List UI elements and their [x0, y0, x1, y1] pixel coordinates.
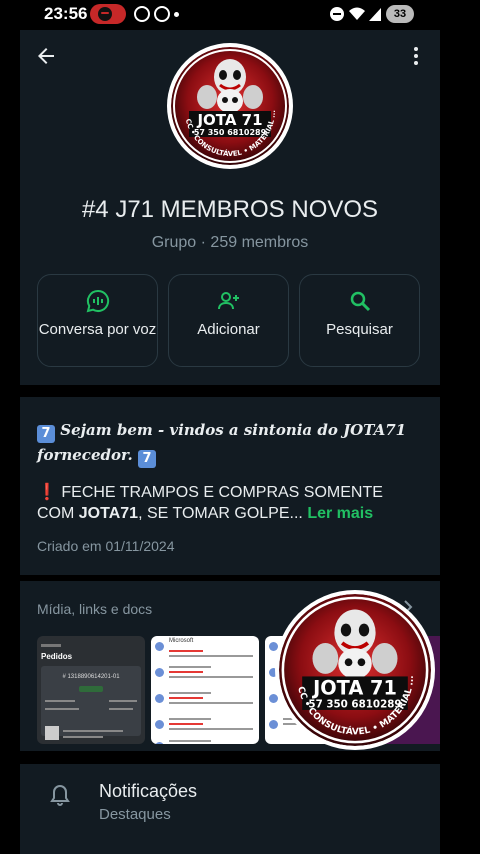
search-button[interactable]: Pesquisar: [299, 274, 420, 367]
battery-icon: 33: [386, 5, 414, 23]
bell-icon: [50, 784, 70, 806]
logo-phone: 57 350 6810289: [308, 698, 401, 710]
keycap-seven-icon: 7: [137, 450, 156, 468]
description-welcome: 7 Sejam bem - vindos a sintonia do JOTA7…: [37, 418, 427, 468]
description-text-suffix: , SE TOMAR GOLPE...: [138, 505, 303, 522]
status-bar: 23:56 33: [0, 0, 480, 30]
status-time: 23:56: [44, 4, 88, 23]
spotify-icon: [98, 7, 112, 21]
whatsapp-icon: [154, 6, 170, 22]
wifi-icon: [349, 7, 365, 20]
voice-chat-button[interactable]: Conversa por voz: [37, 274, 158, 367]
add-person-icon: [217, 292, 239, 310]
group-subtitle: Grupo · 259 membros: [151, 234, 309, 251]
read-more-link[interactable]: Ler mais: [307, 505, 373, 522]
add-member-button[interactable]: Adicionar: [168, 274, 289, 367]
media-title: Mídia, links e docs: [37, 601, 153, 617]
back-arrow-icon[interactable]: [34, 44, 58, 68]
thumb-orders-number: # 1318890614201-01: [62, 674, 120, 680]
notifications-subtitle: Destaques: [99, 806, 171, 823]
logo-phone: 57 350 6810289: [194, 128, 267, 137]
voice-chat-icon: [86, 289, 109, 313]
add-member-label: Adicionar: [197, 321, 260, 338]
search-label: Pesquisar: [326, 321, 393, 338]
media-thumbnail[interactable]: Microsoft: [151, 636, 259, 744]
group-info-screen: JOTA 71 57 350 6810289 CC • CONSULTÁVEL …: [20, 30, 440, 854]
notifications-title: Notificações: [99, 781, 198, 801]
notification-dot-icon: [174, 12, 179, 17]
description-text-bold: JOTA71: [78, 505, 139, 522]
jota71-logo: JOTA 71 57 350 6810289 CC • CONSULTÁVEL …: [279, 594, 431, 746]
signal-icon: [369, 8, 381, 21]
voice-chat-label: Conversa por voz: [38, 321, 157, 338]
keycap-seven-icon: 7: [37, 425, 55, 443]
created-date: Criado em 01/11/2024: [37, 538, 175, 554]
logo-title: JOTA 71: [311, 676, 397, 699]
description-welcome-line1: Sejam bem - vindos a sintonia do JOTA71: [60, 421, 407, 439]
jota71-sticker-overlay: JOTA 71 57 350 6810289 CC • CONSULTÁVEL …: [275, 590, 435, 750]
more-options-icon[interactable]: [404, 44, 428, 70]
thumb-orders-title: Pedidos: [41, 652, 73, 661]
group-header: JOTA 71 57 350 6810289 CC • CONSULTÁVEL …: [20, 30, 440, 385]
do-not-disturb-icon: [330, 7, 344, 21]
group-avatar[interactable]: JOTA 71 57 350 6810289 CC • CONSULTÁVEL …: [167, 43, 293, 169]
group-title[interactable]: #4 J71 MEMBROS NOVOS: [20, 196, 440, 224]
description-body: ❗ FECHE TRAMPOS E COMPRAS SOMENTE COM JO…: [37, 482, 417, 524]
logo-title: JOTA 71: [196, 111, 262, 129]
exclamation-icon: ❗: [37, 484, 57, 501]
group-description[interactable]: 7 Sejam bem - vindos a sintonia do JOTA7…: [20, 397, 440, 575]
description-welcome-line2: fornecedor.: [37, 446, 133, 464]
search-icon: [350, 291, 370, 312]
whatsapp-icon: [134, 6, 150, 22]
jota71-logo: JOTA 71 57 350 6810289 CC • CONSULTÁVEL …: [171, 47, 289, 165]
media-thumbnail[interactable]: Pedidos # 1318890614201-01: [37, 636, 145, 744]
notifications-setting[interactable]: Notificações Destaques: [20, 764, 440, 854]
